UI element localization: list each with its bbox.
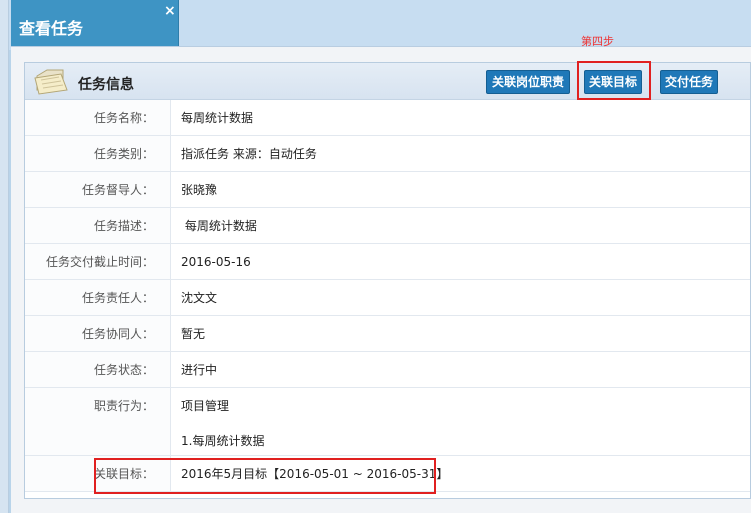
field-label: 任务协同人： (25, 316, 171, 351)
goal-button-highlight (577, 61, 651, 100)
close-icon[interactable]: × (164, 4, 176, 18)
field-row: 任务描述： 每周统计数据 (25, 208, 750, 244)
field-row: 任务状态： 进行中 (25, 352, 750, 388)
field-value: 2016-05-16 (181, 255, 251, 269)
field-label: 任务督导人： (25, 172, 171, 207)
field-row: 任务类别： 指派任务 来源：自动任务 (25, 136, 750, 172)
duty-label: 职责行为： (25, 388, 171, 455)
field-value: 张晓豫 (181, 183, 218, 197)
tab-title: 查看任务 (19, 19, 84, 38)
field-value: 指派任务 来源：自动任务 (181, 147, 317, 161)
field-value: 每周统计数据 (181, 219, 257, 233)
field-label: 任务交付截止时间： (25, 244, 171, 279)
field-list: 任务名称： 每周统计数据 任务类别： 指派任务 来源：自动任务 任务督导人： 张… (25, 100, 750, 492)
field-row: 任务协同人： 暂无 (25, 316, 750, 352)
field-row: 任务责任人： 沈文文 (25, 280, 750, 316)
left-frame (0, 0, 9, 513)
field-label: 任务状态： (25, 352, 171, 387)
task-info-card: 任务信息 关联岗位职责 关联目标 交付任务 任务名称： 每周统计数据 任务类别：… (24, 62, 751, 499)
goal-field-highlight (94, 458, 436, 494)
field-value: 沈文文 (181, 291, 218, 305)
field-value: 进行中 (181, 363, 218, 377)
link-duty-button[interactable]: 关联岗位职责 (486, 70, 570, 94)
field-label: 任务名称： (25, 100, 171, 135)
field-row: 任务名称： 每周统计数据 (25, 100, 750, 136)
card-title: 任务信息 (78, 77, 134, 93)
field-row: 任务督导人： 张晓豫 (25, 172, 750, 208)
folder-icon (34, 69, 68, 95)
duty-value-block: 项目管理 1.每周统计数据 (171, 388, 750, 455)
field-label: 任务描述： (25, 208, 171, 243)
duty-row: 职责行为： 项目管理 1.每周统计数据 (25, 388, 750, 456)
field-row: 任务交付截止时间： 2016-05-16 (25, 244, 750, 280)
field-label: 任务类别： (25, 136, 171, 171)
duty-item: 1.每周统计数据 (181, 434, 265, 448)
field-value: 暂无 (181, 327, 206, 341)
submit-task-button[interactable]: 交付任务 (660, 70, 718, 94)
tab-view-task[interactable]: 查看任务 (11, 0, 179, 46)
duty-value: 项目管理 (181, 399, 230, 413)
field-value: 每周统计数据 (181, 111, 254, 125)
step-annotation: 第四步 (581, 35, 614, 48)
field-label: 任务责任人： (25, 280, 171, 315)
